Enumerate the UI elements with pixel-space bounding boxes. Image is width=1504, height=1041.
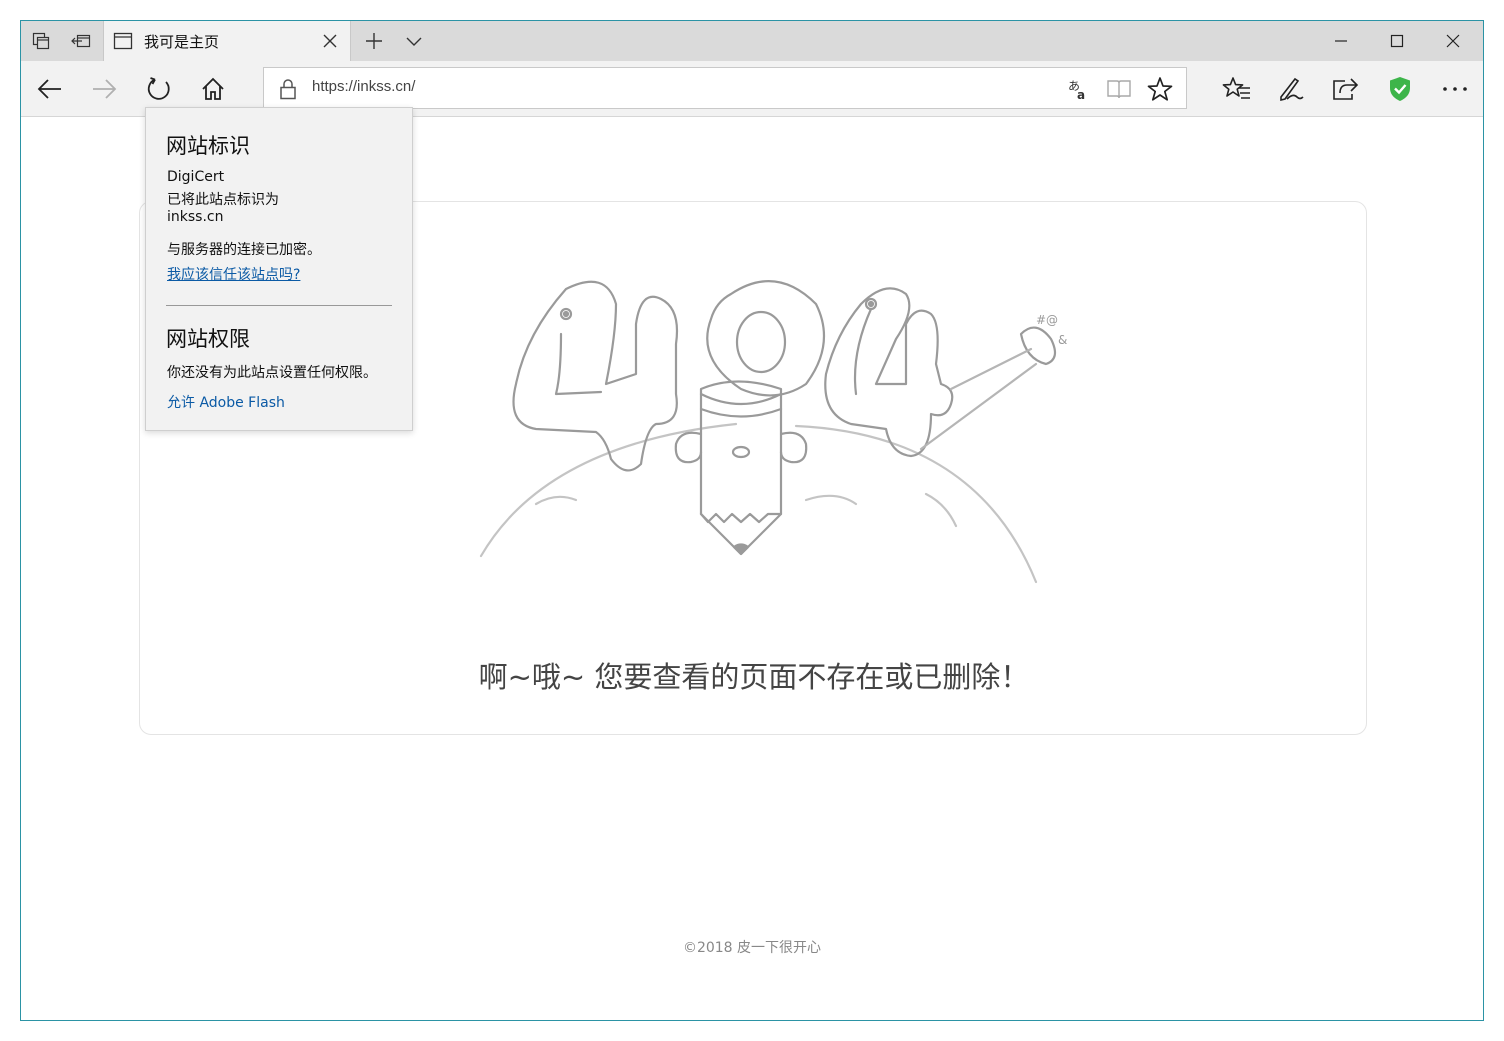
tab-title: 我可是主页 [144,33,220,51]
url-text[interactable]: https://inkss.cn/ [312,78,415,95]
allow-flash-link[interactable]: 允许 Adobe Flash [167,392,285,412]
issuer-name: DigiCert [167,169,225,185]
tab-close-icon[interactable] [310,21,350,61]
adblock-shield-icon[interactable] [1373,69,1427,109]
tab-list-chevron-icon[interactable] [394,21,434,61]
trust-site-link[interactable]: 我应该信任该站点吗? [167,264,300,284]
encryption-status: 与服务器的连接已加密。 [167,242,321,258]
svg-text:#@: #@ [1036,313,1058,327]
browser-window: 我可是主页 https://inkss.cn/ あ a #@ & 啊~哦~ 您要… [20,20,1484,1021]
error-message: 啊~哦~ 您要查看的页面不存在或已删除！ [478,660,1030,694]
tab-preview-icon[interactable] [21,21,61,61]
404-illustration: #@ & [479,280,1067,584]
close-window-icon[interactable] [1425,21,1481,61]
svg-text:a: a [1077,88,1085,101]
identity-heading: 网站标识 [166,134,250,158]
no-permissions-text: 你还没有为此站点设置任何权限。 [167,365,377,381]
maximize-icon[interactable] [1369,21,1425,61]
page-favicon-icon [113,32,133,50]
translate-icon[interactable]: あa [1063,74,1095,104]
flyout-divider [166,305,392,306]
favorite-star-icon[interactable] [1144,74,1176,104]
site-identity-flyout: 网站标识 DigiCert 已将此站点标识为 inkss.cn 与服务器的连接已… [145,107,413,431]
refresh-icon[interactable] [132,69,186,109]
identified-domain: inkss.cn [167,209,224,225]
back-arrow-icon[interactable] [23,69,77,109]
svg-text:&: & [1058,333,1067,347]
favorites-hub-icon[interactable] [1210,69,1264,109]
footer-copyright: ©2018 皮一下很开心 [682,940,822,956]
permissions-heading: 网站权限 [166,327,250,351]
tab-active[interactable]: 我可是主页 [103,21,351,61]
minimize-icon[interactable] [1313,21,1369,61]
new-tab-plus-icon[interactable] [354,21,394,61]
address-bar[interactable]: https://inkss.cn/ あa [263,67,1187,109]
reading-view-icon[interactable] [1103,74,1135,104]
more-dots-icon[interactable] [1428,69,1482,109]
lock-icon[interactable] [278,78,298,100]
share-icon[interactable] [1318,69,1372,109]
web-note-pen-icon[interactable] [1264,69,1318,109]
title-bar: 我可是主页 [21,21,1483,61]
set-aside-tabs-icon[interactable] [61,21,101,61]
identified-text: 已将此站点标识为 [167,192,279,208]
home-icon[interactable] [186,69,240,109]
forward-arrow-icon[interactable] [77,69,131,109]
